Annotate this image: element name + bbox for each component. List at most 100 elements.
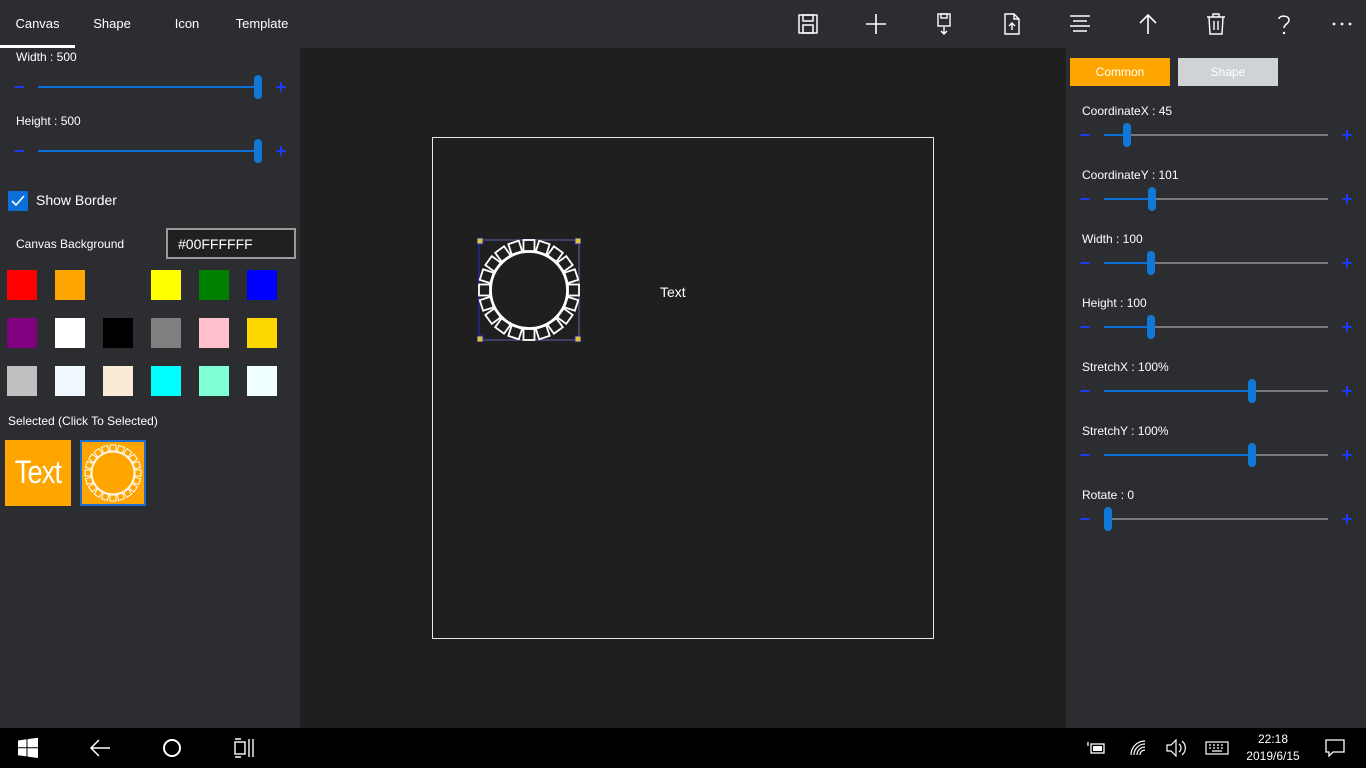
stretch-x-slider-thumb[interactable]	[1248, 379, 1256, 403]
rotate-decrease-button[interactable]: −	[1078, 510, 1092, 528]
selected-item-text[interactable]: Text	[5, 440, 71, 506]
stretch-x-decrease-button[interactable]: −	[1078, 382, 1092, 400]
system-clock[interactable]: 22:18 2019/6/15	[1236, 731, 1310, 765]
show-border-checkbox[interactable]	[8, 191, 28, 211]
width-increase-button[interactable]: +	[1340, 254, 1354, 272]
taskbar: 22:18 2019/6/15	[0, 728, 1366, 768]
color-swatch[interactable]	[55, 270, 85, 300]
save-as-button[interactable]	[916, 0, 972, 48]
more-icon	[1332, 22, 1352, 26]
action-center-button[interactable]	[1320, 728, 1350, 768]
tab-template[interactable]: Template	[226, 0, 298, 48]
coordinate-x-slider-track[interactable]	[1104, 134, 1328, 136]
color-swatch[interactable]	[199, 366, 229, 396]
color-swatch[interactable]	[151, 270, 181, 300]
width-slider-track[interactable]	[1104, 262, 1328, 264]
color-swatch[interactable]	[103, 318, 133, 348]
network-icon[interactable]	[1126, 728, 1152, 768]
height-slider-thumb[interactable]	[1147, 315, 1155, 339]
color-swatch[interactable]	[103, 366, 133, 396]
volume-icon[interactable]	[1164, 728, 1190, 768]
tab-shape[interactable]: Shape	[78, 0, 146, 48]
help-button[interactable]	[1256, 0, 1312, 48]
battery-icon[interactable]	[1084, 728, 1110, 768]
stretch-y-slider-thumb[interactable]	[1248, 443, 1256, 467]
coordinate-x-decrease-button[interactable]: −	[1078, 126, 1092, 144]
task-view-button[interactable]	[224, 728, 264, 768]
stretch-x-label: StretchX : 100%	[1082, 360, 1169, 374]
coordinate-x-increase-button[interactable]: +	[1340, 126, 1354, 144]
resize-handle-top-right[interactable]	[574, 238, 581, 245]
resize-handle-top-left[interactable]	[477, 238, 484, 245]
save-button[interactable]	[780, 0, 836, 48]
color-swatch[interactable]	[247, 318, 277, 348]
color-swatch[interactable]	[151, 366, 181, 396]
color-swatch[interactable]	[7, 270, 37, 300]
width-slider-fill	[1104, 262, 1147, 264]
rotate-label: Rotate : 0	[1082, 488, 1135, 502]
tab-icon[interactable]: Icon	[160, 0, 214, 48]
width-slider-thumb[interactable]	[254, 75, 262, 99]
height-increase-button[interactable]: +	[274, 142, 288, 160]
coordinate-x-slider-thumb[interactable]	[1123, 123, 1131, 147]
height-label: Height : 100	[1082, 296, 1147, 310]
width-slider-thumb[interactable]	[1147, 251, 1155, 275]
height-decrease-button[interactable]: −	[1078, 318, 1092, 336]
back-button[interactable]	[80, 728, 120, 768]
more-button[interactable]	[1314, 0, 1366, 48]
coordinate-y-increase-button[interactable]: +	[1340, 190, 1354, 208]
selected-item-shape[interactable]	[80, 440, 146, 506]
color-swatch[interactable]	[247, 270, 277, 300]
keyboard-icon[interactable]	[1202, 728, 1232, 768]
rotate-increase-button[interactable]: +	[1340, 510, 1354, 528]
app-window: Canvas Shape Icon Template Width: 500 −…	[0, 0, 1366, 768]
ring-shape-icon	[84, 444, 142, 502]
selected-ring-shape[interactable]	[477, 238, 581, 342]
width-decrease-button[interactable]: −	[12, 78, 26, 96]
color-swatch[interactable]	[55, 366, 85, 396]
width-increase-button[interactable]: +	[274, 78, 288, 96]
move-up-button[interactable]	[1120, 0, 1176, 48]
color-swatch[interactable]	[199, 318, 229, 348]
stretch-y-increase-button[interactable]: +	[1340, 446, 1354, 464]
tab-canvas[interactable]: Canvas	[0, 0, 75, 48]
start-button[interactable]	[8, 728, 48, 768]
stretch-y-label: StretchY : 100%	[1082, 424, 1169, 438]
canvas-background-input[interactable]	[166, 228, 296, 259]
delete-button[interactable]	[1188, 0, 1244, 48]
stretch-y-decrease-button[interactable]: −	[1078, 446, 1092, 464]
rotate-slider-track[interactable]	[1104, 518, 1328, 520]
export-file-button[interactable]	[984, 0, 1040, 48]
stretch-x-slider-track[interactable]	[1104, 390, 1328, 392]
resize-handle-bottom-left[interactable]	[477, 335, 484, 342]
cortana-button[interactable]	[152, 728, 192, 768]
checkmark-icon	[11, 195, 25, 207]
color-swatch[interactable]	[7, 366, 37, 396]
coordinate-y-decrease-button[interactable]: −	[1078, 190, 1092, 208]
height-increase-button[interactable]: +	[1340, 318, 1354, 336]
color-swatch[interactable]	[199, 270, 229, 300]
color-swatch[interactable]	[151, 318, 181, 348]
tab-shape-properties[interactable]: Shape	[1178, 58, 1278, 86]
width-slider-track[interactable]	[38, 86, 262, 88]
color-swatch[interactable]	[247, 366, 277, 396]
color-swatch[interactable]	[55, 318, 85, 348]
resize-handle-bottom-right[interactable]	[574, 335, 581, 342]
height-slider-track[interactable]	[1104, 326, 1328, 328]
coordinate-y-slider-track[interactable]	[1104, 198, 1328, 200]
add-button[interactable]	[848, 0, 904, 48]
coordinate-y-slider-thumb[interactable]	[1148, 187, 1156, 211]
height-decrease-button[interactable]: −	[12, 142, 26, 160]
height-slider-track[interactable]	[38, 150, 262, 152]
height-slider-thumb[interactable]	[254, 139, 262, 163]
canvas-background-label: Canvas Background	[16, 237, 125, 251]
align-button[interactable]	[1052, 0, 1108, 48]
color-swatch[interactable]	[7, 318, 37, 348]
design-canvas[interactable]	[432, 137, 934, 639]
tab-common[interactable]: Common	[1070, 58, 1170, 86]
width-decrease-button[interactable]: −	[1078, 254, 1092, 272]
stretch-y-slider-track[interactable]	[1104, 454, 1328, 456]
canvas-text-element[interactable]: Text	[660, 284, 686, 300]
rotate-slider-thumb[interactable]	[1104, 507, 1112, 531]
stretch-x-increase-button[interactable]: +	[1340, 382, 1354, 400]
